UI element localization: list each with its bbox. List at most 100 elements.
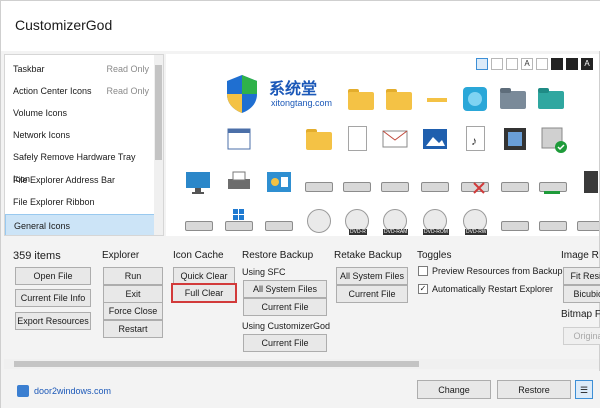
size-button[interactable]	[551, 58, 563, 70]
preview-resources-checkbox[interactable]: Preview Resources from Backup	[418, 266, 563, 276]
resource-list[interactable]: Taskbar Read Only Action Center Icons Read…	[4, 54, 164, 236]
list-item[interactable]: Network Icons	[5, 124, 155, 146]
item-count: 359 items	[13, 250, 61, 262]
folder-icon[interactable]	[384, 84, 414, 114]
size-button[interactable]	[476, 58, 488, 70]
folder-dark-icon[interactable]	[498, 84, 528, 114]
icon-size-selector[interactable]: A A	[476, 58, 593, 70]
disc-label: DVD-RW	[465, 229, 488, 235]
scroll-thumb[interactable]	[14, 361, 419, 367]
brand-link[interactable]: door2windows.com	[17, 385, 111, 397]
drive-icon[interactable]	[500, 206, 530, 236]
checkbox-label: Automatically Restart Explorer	[432, 284, 554, 294]
list-scrollbar[interactable]	[154, 55, 163, 235]
restore-all-system-files-button[interactable]: All System Files	[243, 280, 327, 298]
change-button[interactable]: Change	[417, 380, 491, 399]
dvd-rom-icon[interactable]: DVD-ROM	[420, 206, 450, 236]
list-item-label: Taskbar	[13, 64, 45, 74]
list-item[interactable]: Action Center Icons Read Only	[5, 80, 155, 102]
disconnected-drive-icon[interactable]	[460, 167, 490, 197]
read-only-label: Read Only	[106, 64, 149, 74]
folder-teal-icon[interactable]	[536, 84, 566, 114]
checkbox-checked[interactable]: ✓	[418, 284, 428, 294]
size-button[interactable]	[566, 58, 578, 70]
checkbox-unchecked[interactable]	[418, 266, 428, 276]
drive-icon[interactable]	[576, 206, 599, 236]
dvd-icon[interactable]	[304, 206, 334, 236]
mail-icon[interactable]	[380, 124, 410, 154]
original-button[interactable]: Origina	[563, 327, 600, 345]
dvd-ram-icon[interactable]: DVD-RAM	[380, 206, 410, 236]
retake-all-system-files-button[interactable]: All System Files	[336, 267, 408, 285]
battery-drive-icon[interactable]	[538, 167, 568, 197]
fit-resize-button[interactable]: Fit Resiz	[563, 267, 600, 285]
chip-icon[interactable]	[576, 167, 599, 197]
window-icon[interactable]	[224, 124, 254, 154]
folder-icon[interactable]	[346, 84, 376, 114]
monitor-icon[interactable]	[184, 167, 214, 197]
printer-icon[interactable]	[224, 167, 254, 197]
list-item-label: Volume Icons	[13, 108, 68, 118]
list-item[interactable]: File Explorer Ribbon	[5, 191, 155, 213]
horizontal-scrollbar[interactable]	[4, 359, 599, 369]
retake-current-file-button[interactable]: Current File	[336, 285, 408, 303]
current-file-info-button[interactable]: Current File Info	[15, 289, 91, 307]
drive-icon[interactable]	[184, 206, 214, 236]
list-item[interactable]: Safely Remove Hardware Tray Icon	[5, 146, 155, 184]
drive-icon[interactable]	[420, 167, 450, 197]
using-sfc-label: Using SFC	[242, 267, 286, 277]
disc-label: DVD-RAM	[383, 229, 409, 235]
svg-text:♪: ♪	[471, 134, 477, 148]
image-app-icon[interactable]	[460, 84, 490, 114]
watermark-subtitle: xitongtang.com	[271, 98, 333, 108]
size-button[interactable]	[506, 58, 518, 70]
drive-icon[interactable]	[264, 206, 294, 236]
video-file-icon[interactable]	[500, 124, 530, 154]
run-button[interactable]: Run	[103, 267, 163, 285]
list-item-selected[interactable]: General Icons	[5, 214, 155, 235]
list-item[interactable]: Taskbar Read Only	[5, 58, 155, 80]
restart-explorer-button[interactable]: Restart	[103, 320, 163, 338]
checkbox-label: Preview Resources from Backup	[432, 266, 563, 276]
list-scroll-thumb[interactable]	[155, 65, 162, 160]
drive-icon[interactable]	[538, 206, 568, 236]
exit-button[interactable]: Exit	[103, 285, 163, 303]
drive-icon[interactable]	[304, 167, 334, 197]
folder-icon[interactable]	[304, 124, 334, 154]
windows-drive-icon[interactable]	[224, 206, 254, 236]
full-clear-button[interactable]: Full Clear	[171, 283, 237, 303]
restore-current-file-button[interactable]: Current File	[243, 298, 327, 316]
door2windows-logo-icon	[17, 385, 29, 397]
size-button[interactable]: A	[521, 58, 533, 70]
image-resize-panel: Image R Fit Resiz Bicubic Bitmap F Origi…	[559, 245, 600, 357]
shield-logo-icon	[227, 75, 257, 113]
open-file-button[interactable]: Open File	[15, 267, 91, 285]
list-item[interactable]: File Explorer Address Bar	[5, 169, 155, 191]
control-panel-icon[interactable]	[264, 167, 294, 197]
restore-god-current-file-button[interactable]: Current File	[243, 334, 327, 352]
music-file-icon[interactable]: ♪	[460, 124, 490, 154]
export-resources-button[interactable]: Export Resources	[15, 312, 91, 330]
watermark-title: 系统堂	[269, 79, 318, 98]
drive-icon[interactable]	[500, 167, 530, 197]
image-resize-title: Image R	[561, 250, 599, 261]
list-item[interactable]: Volume Icons	[5, 102, 155, 124]
bicubic-button[interactable]: Bicubic	[563, 285, 600, 303]
picture-icon[interactable]	[420, 124, 450, 154]
checked-item-icon[interactable]	[538, 124, 568, 154]
drive-icon[interactable]	[380, 167, 410, 197]
app-window: CustomizerGod Taskbar Read Only Action Ce…	[0, 0, 600, 408]
auto-restart-explorer-checkbox[interactable]: ✓ Automatically Restart Explorer	[418, 284, 553, 294]
document-icon[interactable]	[342, 124, 372, 154]
size-button[interactable]	[491, 58, 503, 70]
drive-icon[interactable]	[342, 167, 372, 197]
dvd-rw-icon[interactable]: DVD-RW	[460, 206, 490, 236]
menu-icon[interactable]: ☰	[575, 380, 593, 399]
force-close-button[interactable]: Force Close	[103, 302, 163, 320]
dvd-r-icon[interactable]: DVD-R	[342, 206, 372, 236]
title-bar: CustomizerGod	[1, 1, 600, 51]
size-button[interactable]: A	[581, 58, 593, 70]
minimize-icon[interactable]	[422, 84, 452, 114]
restore-button[interactable]: Restore	[497, 380, 571, 399]
size-button[interactable]	[536, 58, 548, 70]
